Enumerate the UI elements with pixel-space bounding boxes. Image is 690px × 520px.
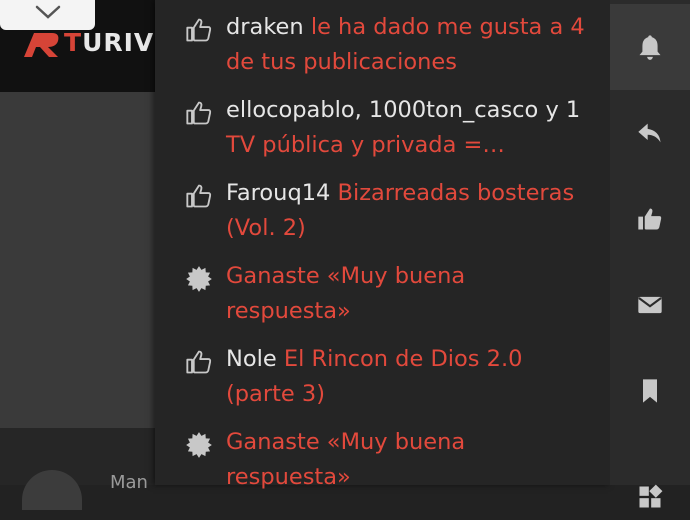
notification-link[interactable]: Ganaste «Muy buena respuesta» bbox=[226, 429, 465, 490]
badge-icon bbox=[186, 432, 212, 458]
thumbs-up-icon bbox=[186, 18, 212, 42]
notification-user: Farouq14 bbox=[226, 180, 331, 206]
like-icon bbox=[638, 208, 662, 230]
logo-wordmark: TURIV bbox=[64, 27, 155, 57]
avatar bbox=[22, 470, 82, 510]
notifications-panel: draken le ha dado me gusta a 4 de tus pu… bbox=[155, 0, 610, 490]
badge-icon bbox=[186, 266, 212, 292]
sidebar-item-replies[interactable] bbox=[610, 90, 690, 176]
sidebar-item-bookmarks[interactable] bbox=[610, 348, 690, 434]
sidebar-item-likes[interactable] bbox=[610, 176, 690, 262]
bell-icon bbox=[639, 35, 661, 60]
grid-icon bbox=[639, 484, 663, 508]
topic-preview: Man bbox=[0, 428, 160, 510]
notification-user: Nole bbox=[226, 346, 277, 372]
topic-title-snippet: Man bbox=[110, 472, 148, 493]
notification-user: draken bbox=[226, 14, 304, 40]
notification-item[interactable]: Ganaste «Muy buena respuesta» bbox=[185, 259, 595, 329]
reply-icon bbox=[638, 123, 661, 143]
sidebar-item-notifications[interactable] bbox=[610, 4, 690, 90]
logo-mark-icon bbox=[24, 33, 59, 57]
notification-item[interactable]: ellocopablo, 1000ton_casco y 1 TV públic… bbox=[185, 93, 595, 163]
sidebar-item-messages[interactable] bbox=[610, 262, 690, 348]
notification-item[interactable]: Farouq14 Bizarreadas bosteras (Vol. 2) bbox=[185, 176, 595, 246]
envelope-icon bbox=[638, 296, 662, 314]
thumbs-up-icon bbox=[186, 350, 212, 374]
expand-toggle[interactable] bbox=[0, 0, 95, 30]
sidebar-item-badges[interactable] bbox=[610, 434, 690, 520]
notification-item[interactable]: draken le ha dado me gusta a 4 de tus pu… bbox=[185, 10, 595, 80]
chevron-down-icon bbox=[35, 5, 61, 19]
thumbs-up-icon bbox=[186, 101, 212, 125]
notification-link[interactable]: Ganaste «Muy buena respuesta» bbox=[226, 263, 465, 324]
user-menu-sidebar bbox=[610, 0, 690, 508]
notification-link[interactable]: TV pública y privada =… bbox=[226, 132, 505, 158]
bookmark-icon bbox=[643, 379, 657, 403]
notification-item[interactable]: Nole El Rincon de Dios 2.0 (parte 3) bbox=[185, 342, 595, 412]
thumbs-up-icon bbox=[186, 184, 212, 208]
site-logo[interactable]: TURIV bbox=[22, 26, 154, 58]
page-content-area bbox=[0, 92, 160, 428]
notification-user: ellocopablo, 1000ton_casco y 1 bbox=[226, 97, 581, 123]
